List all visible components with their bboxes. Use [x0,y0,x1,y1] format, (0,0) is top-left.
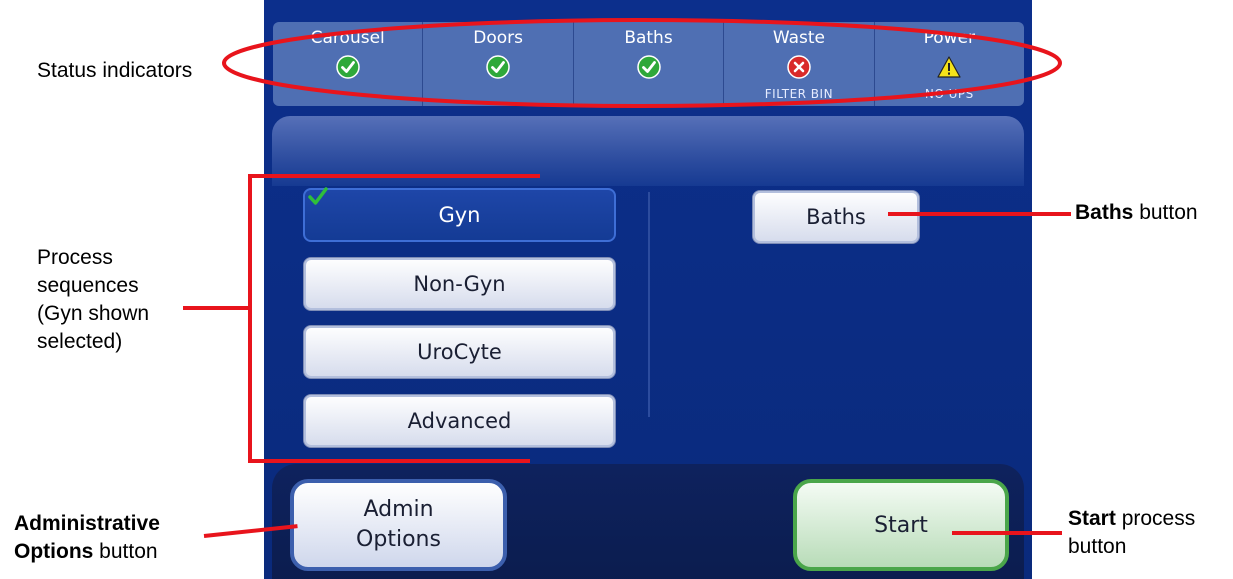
annotation-overlay [222,18,1062,108]
process-bracket-pointer [183,306,250,310]
status-indicators-ellipse [222,18,1062,108]
start-pointer-line [952,531,1062,535]
baths-pointer-line [888,212,1071,216]
process-bracket-vertical [248,174,252,463]
process-bracket-bottom [248,459,530,463]
process-bracket-top [248,174,540,178]
